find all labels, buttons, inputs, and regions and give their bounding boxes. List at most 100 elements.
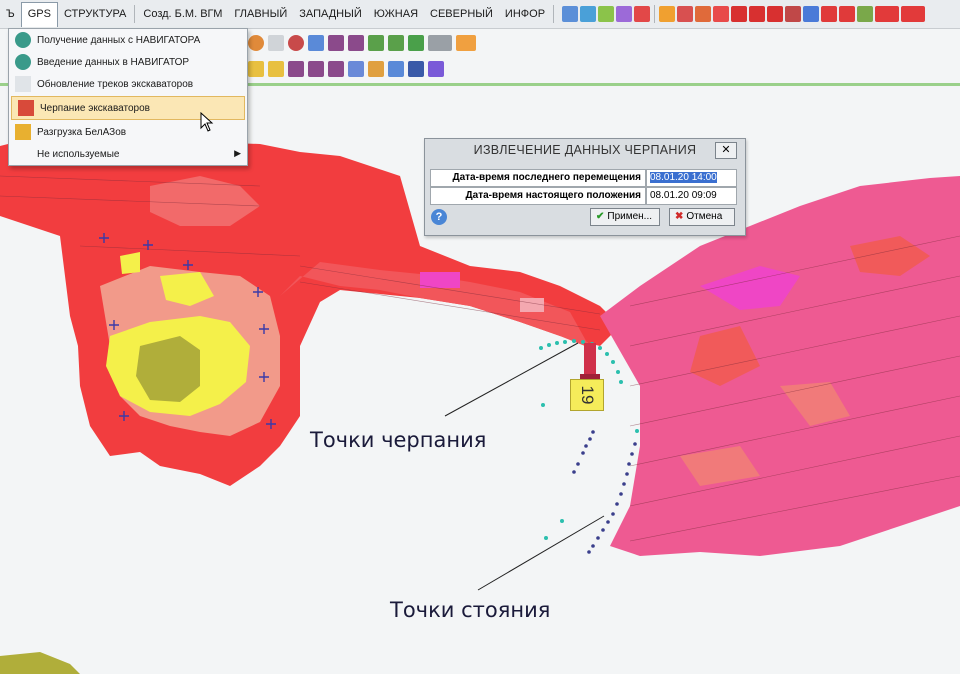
menu-item-info[interactable]: ИНФОР xyxy=(499,3,551,25)
mouse-cursor-icon xyxy=(200,112,214,132)
globe-icon xyxy=(15,54,31,70)
menu-bar: Ъ GPS СТРУКТУРА Созд. Б.М. ВГМ ГЛАВНЫЙ З… xyxy=(0,0,960,29)
refresh-icon xyxy=(15,76,31,92)
olive-corner xyxy=(0,652,80,674)
pencil-icon[interactable] xyxy=(580,6,597,22)
menu-separator xyxy=(134,5,136,23)
polyline-icon[interactable] xyxy=(388,35,404,51)
layers-icon[interactable] xyxy=(388,61,404,77)
no-entry-icon[interactable] xyxy=(288,35,304,51)
cancel-label: Отмена xyxy=(686,211,723,222)
gps-dropdown-menu: Получение данных с НАВИГАТОРА Введение д… xyxy=(8,28,248,166)
route-icon[interactable] xyxy=(875,6,900,22)
route-icon[interactable] xyxy=(901,6,926,22)
tree-icon[interactable] xyxy=(857,6,874,22)
menu-item-west[interactable]: ЗАПАДНЫЙ xyxy=(293,3,368,25)
menu-item-put-navigator[interactable]: Введение данных в НАВИГАТОР xyxy=(9,51,247,73)
menu-item-structure[interactable]: СТРУКТУРА xyxy=(58,3,132,25)
osk-icon[interactable] xyxy=(713,6,730,22)
callout-line-scoop xyxy=(444,342,579,417)
excavator-number-badge: 19 xyxy=(570,379,604,411)
menu-item-north[interactable]: СЕВЕРНЫЙ xyxy=(424,3,499,25)
pen-icon[interactable] xyxy=(428,61,444,77)
callout-line-standing xyxy=(477,515,605,591)
wave-icon[interactable] xyxy=(348,61,364,77)
truck-icon xyxy=(15,124,31,140)
toolbar-row-2 xyxy=(248,30,476,56)
excavator-icon xyxy=(18,100,34,116)
apply-label: Примен... xyxy=(607,211,653,222)
top-toolbar-icons xyxy=(562,5,926,23)
menu-item-create-vgm[interactable]: Созд. Б.М. ВГМ xyxy=(137,3,228,25)
check-icon[interactable] xyxy=(616,6,633,22)
toolbar-separator xyxy=(654,5,656,23)
close-button[interactable]: ✕ xyxy=(715,142,737,159)
menu-item-unused[interactable]: Не используемые ▶ xyxy=(9,143,247,165)
dialog-title: ИЗВЛЕЧЕНИЕ ДАННЫХ ЧЕРПАНИЯ xyxy=(473,143,697,157)
current-position-label: Дата-время настоящего положения xyxy=(430,187,646,205)
callout-standing-points: Точки стояния xyxy=(390,598,551,622)
submenu-arrow-icon: ▶ xyxy=(234,148,241,158)
loader-icon[interactable] xyxy=(695,6,712,22)
truck-icon[interactable] xyxy=(677,6,694,22)
tool-icon[interactable] xyxy=(248,61,264,77)
font-icon[interactable] xyxy=(821,6,838,22)
check-icon: ✔ xyxy=(596,211,605,222)
blank-icon xyxy=(15,146,31,162)
delete-icon[interactable] xyxy=(634,6,651,22)
cross-icon[interactable] xyxy=(731,6,748,22)
callout-scoop-points: Точки черпания xyxy=(310,428,487,452)
tool-icon[interactable] xyxy=(268,61,284,77)
chevron-down-icon[interactable] xyxy=(268,35,284,51)
polyline-icon[interactable] xyxy=(368,35,384,51)
tool-icon[interactable] xyxy=(428,35,452,51)
close-icon: ✖ xyxy=(675,211,684,222)
current-position-row: Дата-время настоящего положения 08.01.20… xyxy=(430,187,737,205)
scoop-extraction-dialog: ИЗВЛЕЧЕНИЕ ДАННЫХ ЧЕРПАНИЯ ✕ Дата-время … xyxy=(424,138,746,236)
excavator-marker[interactable] xyxy=(580,343,600,380)
menu-item-label: Черпание экскаваторов xyxy=(40,102,150,114)
point-icon[interactable] xyxy=(248,35,264,51)
ruler-icon[interactable] xyxy=(598,6,615,22)
line-icon[interactable] xyxy=(348,35,364,51)
edit-icon[interactable] xyxy=(562,6,579,22)
curve-icon[interactable] xyxy=(328,61,344,77)
menu-separator xyxy=(553,5,555,23)
globe-icon xyxy=(15,32,31,48)
excavator-icon[interactable] xyxy=(659,6,676,22)
cancel-button[interactable]: ✖ Отмена xyxy=(669,208,735,226)
network-icon[interactable] xyxy=(408,61,424,77)
arrow-right-icon[interactable] xyxy=(408,35,424,51)
cross-icon[interactable] xyxy=(749,6,766,22)
curve-icon[interactable] xyxy=(308,61,324,77)
font-icon[interactable] xyxy=(839,6,856,22)
menu-item-label: Введение данных в НАВИГАТОР xyxy=(37,56,190,68)
menu-item-label: Получение данных с НАВИГАТОРА xyxy=(37,34,201,46)
menu-item-update-tracks[interactable]: Обновление треков экскаваторов xyxy=(9,73,247,95)
block-icon[interactable] xyxy=(456,35,476,51)
menu-item-get-navigator[interactable]: Получение данных с НАВИГАТОРА xyxy=(9,29,247,51)
arrow-left-icon[interactable] xyxy=(803,6,820,22)
menu-item-label: Не используемые xyxy=(37,148,120,160)
menu-item-gps[interactable]: GPS xyxy=(20,1,58,27)
menu-item-label: Разгрузка БелАЗов xyxy=(37,126,127,138)
line-icon[interactable] xyxy=(328,35,344,51)
last-move-label: Дата-время последнего перемещения xyxy=(430,169,646,187)
apply-button[interactable]: ✔ Примен... xyxy=(590,208,660,226)
curve-icon[interactable] xyxy=(288,61,304,77)
last-move-value: 08.01.20 14:00 xyxy=(650,172,717,183)
menu-item-label: Обновление треков экскаваторов xyxy=(37,78,194,90)
current-position-input[interactable]: 08.01.20 09:09 xyxy=(646,187,737,205)
star-icon[interactable] xyxy=(368,61,384,77)
menu-item-partial[interactable]: Ъ xyxy=(0,3,21,25)
page-icon[interactable] xyxy=(308,35,324,51)
last-move-row: Дата-время последнего перемещения 08.01.… xyxy=(430,169,737,187)
cross-icon[interactable] xyxy=(785,6,802,22)
olive-core xyxy=(136,336,200,402)
cross-icon[interactable] xyxy=(767,6,784,22)
last-move-input[interactable]: 08.01.20 14:00 xyxy=(646,169,737,187)
menu-item-south[interactable]: ЮЖНАЯ xyxy=(368,3,424,25)
toolbar-row-3 xyxy=(248,56,444,82)
help-button[interactable]: ? xyxy=(431,209,447,225)
menu-item-main[interactable]: ГЛАВНЫЙ xyxy=(228,3,293,25)
